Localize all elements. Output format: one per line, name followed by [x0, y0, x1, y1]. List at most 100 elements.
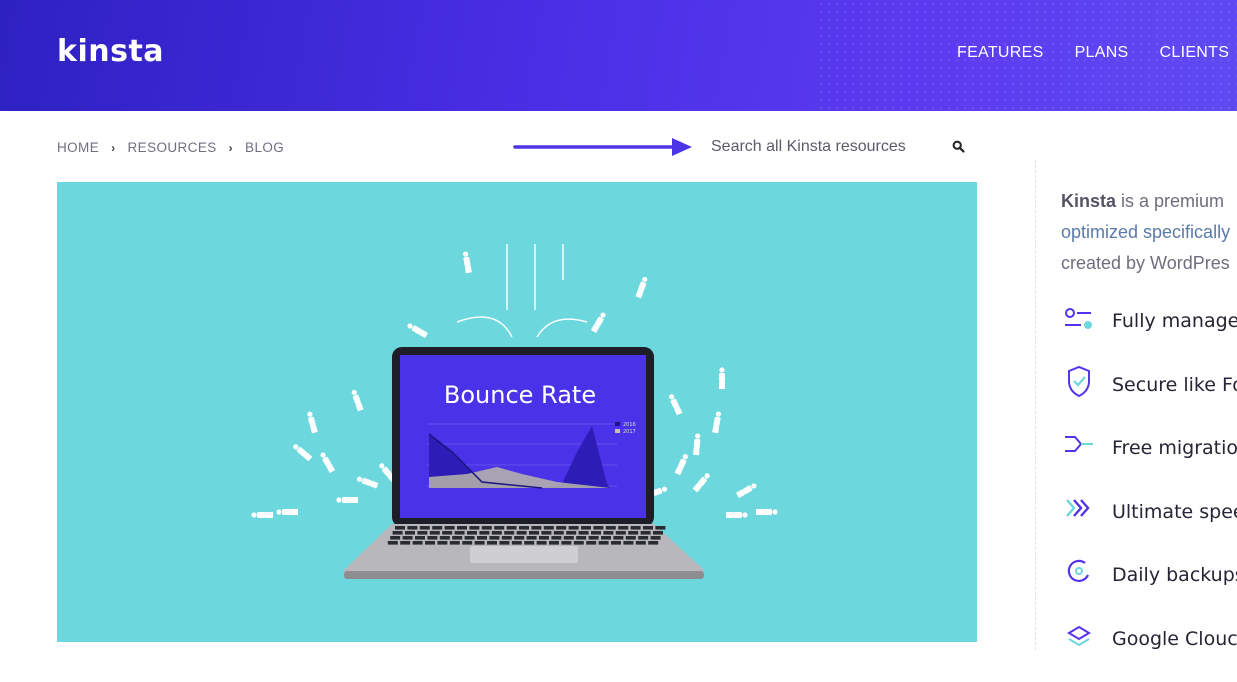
backup-icon: [1061, 555, 1099, 589]
keyboard-key: [492, 531, 502, 535]
keyboard-key: [479, 531, 489, 535]
nav-clients[interactable]: CLIENTS: [1160, 44, 1230, 62]
keyboard-key: [425, 541, 435, 545]
keyboard-key: [581, 526, 591, 530]
person-figure: [356, 476, 378, 489]
keyboard-key: [579, 531, 589, 535]
breadcrumb-blog[interactable]: BLOG: [245, 140, 284, 155]
keyboard-key: [616, 531, 626, 535]
main-nav: FEATURES PLANS CLIENTS: [957, 44, 1237, 62]
person-figure: [668, 393, 683, 415]
feature-item: Ultimate spee: [1061, 492, 1237, 556]
breadcrumb-home[interactable]: HOME: [57, 140, 99, 155]
keyboard-key: [564, 536, 574, 540]
keyboard-key: [561, 541, 571, 545]
keyboard-key: [589, 536, 599, 540]
keyboard-key: [586, 541, 596, 545]
person-figure: [712, 411, 722, 433]
keyboard-key: [417, 531, 427, 535]
keyboard-key: [504, 531, 514, 535]
sliders-icon: [1061, 301, 1099, 335]
keyboard-key: [537, 541, 547, 545]
intro-line3: created by WordPres: [1061, 248, 1237, 279]
keyboard-key: [465, 536, 475, 540]
annotation-arrow-icon: [512, 135, 697, 159]
keyboard-key: [549, 541, 559, 545]
keyboard-key: [400, 541, 410, 545]
feature-label: Daily backups: [1112, 564, 1237, 586]
keyboard-key: [556, 526, 566, 530]
keyboard-key: [403, 536, 413, 540]
keyboard-key: [631, 526, 641, 530]
feature-label: Google Clouc: [1112, 628, 1237, 650]
keyboard-key: [442, 531, 452, 535]
keyboard-key: [395, 526, 405, 530]
search-icon[interactable]: [952, 140, 965, 153]
keyboard-key: [636, 541, 646, 545]
keyboard-key: [539, 536, 549, 540]
feature-list: Fully manage Secure like Fo Free migrati…: [1061, 301, 1237, 682]
keyboard-key: [576, 536, 586, 540]
feature-item: Free migratio: [1061, 428, 1237, 492]
person-figure: [736, 482, 758, 498]
nav-plans[interactable]: PLANS: [1075, 44, 1129, 62]
keyboard-key: [603, 531, 613, 535]
person-figure: [635, 276, 648, 298]
keyboard-key: [623, 541, 633, 545]
keyboard-key: [551, 536, 561, 540]
keyboard-key: [477, 536, 487, 540]
feature-label: Fully manage: [1112, 310, 1237, 332]
keyboard-key: [440, 536, 450, 540]
keyboard-key: [554, 531, 564, 535]
chevron-right-icon: ›: [111, 141, 115, 155]
keyboard-key: [489, 536, 499, 540]
search-input[interactable]: [711, 136, 971, 158]
person-figure: [719, 367, 725, 389]
legend-2016: 2016: [623, 422, 636, 428]
feature-item: Google Clouc: [1061, 619, 1237, 682]
keyboard-key: [653, 531, 663, 535]
keyboard-key: [514, 536, 524, 540]
keyboard-key: [606, 526, 616, 530]
keyboard-key: [655, 526, 665, 530]
keyboard-key: [643, 526, 653, 530]
keyboard-key: [524, 541, 534, 545]
keyboard-key: [390, 536, 400, 540]
keyboard-key: [507, 526, 517, 530]
keyboard-key: [452, 536, 462, 540]
person-figure: [319, 451, 335, 473]
migration-arrow-icon: [1061, 428, 1099, 462]
sidebar-intro: Kinsta is a premium optimized specifical…: [1061, 186, 1237, 279]
legend-2017: 2017: [623, 429, 636, 435]
person-figure: [462, 251, 472, 273]
keyboard-key: [494, 526, 504, 530]
keyboard-key: [512, 541, 522, 545]
kinsta-logo[interactable]: kinsta: [57, 34, 164, 69]
keyboard-key: [499, 541, 509, 545]
person-figure: [351, 389, 364, 411]
keyboard-key: [566, 531, 576, 535]
keyboard-key: [544, 526, 554, 530]
person-figure: [726, 512, 748, 518]
sidebar-divider: [1035, 160, 1036, 650]
breadcrumb-resources[interactable]: RESOURCES: [128, 140, 217, 155]
nav-features[interactable]: FEATURES: [957, 44, 1044, 62]
person-figure: [756, 509, 778, 515]
keyboard-key: [430, 531, 440, 535]
keyboard-key: [517, 531, 527, 535]
keyboard-key: [420, 526, 430, 530]
keyboard-key: [569, 526, 579, 530]
person-figure: [306, 411, 317, 433]
feature-item: Fully manage: [1061, 301, 1237, 365]
person-figure: [292, 443, 312, 461]
keyboard-key: [502, 536, 512, 540]
feature-item: Daily backups: [1061, 555, 1237, 619]
keyboard-key: [432, 526, 442, 530]
keyboard-key: [445, 526, 455, 530]
keyboard-key: [457, 526, 467, 530]
keyboard-key: [437, 541, 447, 545]
keyboard-key: [482, 526, 492, 530]
keyboard-key: [613, 536, 623, 540]
intro-line1: is a premium: [1116, 191, 1224, 211]
keyboard-key: [475, 541, 485, 545]
